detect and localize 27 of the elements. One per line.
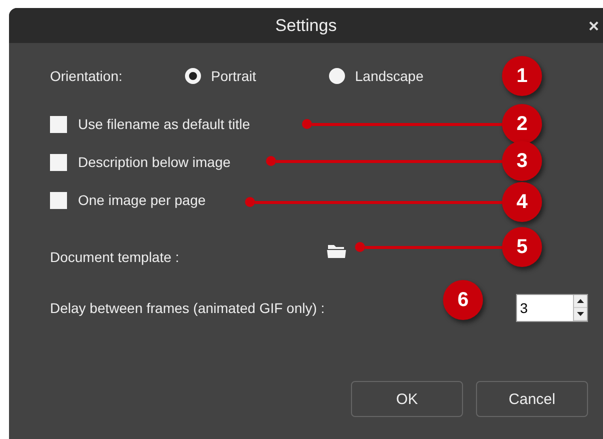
radio-label: Landscape [355,68,424,84]
delay-label: Delay between frames (animated GIF only) : [50,300,325,316]
callout-badge: 3 [502,141,542,181]
radio-button[interactable] [185,68,201,84]
checkbox[interactable] [50,154,67,170]
callout-badge: 6 [443,280,483,320]
orientation-label: Orientation: [50,68,122,84]
folder-icon[interactable] [327,244,346,258]
up-arrow-icon[interactable] [577,299,584,303]
window-title: Settings [275,16,337,36]
callout-badge: 5 [502,227,542,267]
close-button[interactable]: × [588,16,599,37]
template-label: Document template : [50,249,180,265]
callout-badge: 2 [502,104,542,144]
checkbox-label: Use filename as default title [78,116,250,132]
ok-button[interactable]: OK [351,381,463,417]
delay-spinbox[interactable]: 3 [516,294,588,322]
checkbox[interactable] [50,192,67,208]
radio-label: Portrait [211,68,256,84]
radio-button[interactable] [329,68,345,84]
checkbox[interactable] [50,116,67,132]
callout-badge: 1 [502,56,542,96]
down-arrow-icon[interactable] [577,312,584,316]
checkbox-label: Description below image [78,154,231,170]
cancel-button[interactable]: Cancel [476,381,588,417]
checkbox-label: One image per page [78,192,206,208]
callout-badge: 4 [502,182,542,222]
